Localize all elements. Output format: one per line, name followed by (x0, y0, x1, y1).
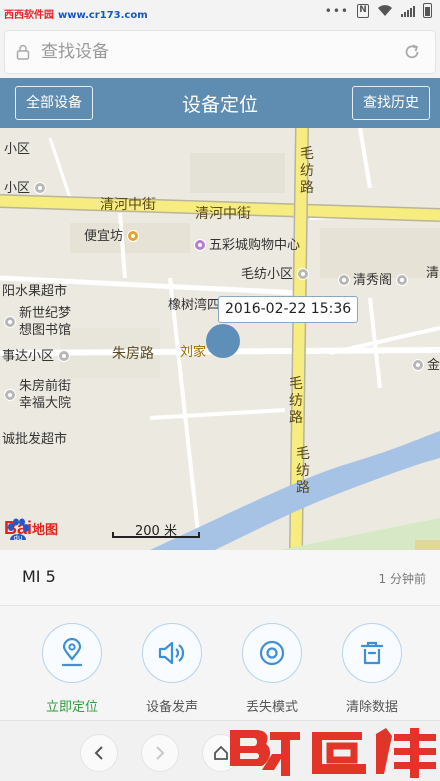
map-label-jin-edge: 金 (412, 354, 440, 373)
map-label-qinghe-2: 清河中街 (195, 206, 251, 222)
search-box (4, 30, 436, 74)
map-view[interactable]: 小区 小区 清河中街 清河中街 便宜坊 五彩城购物中心 毛纺小区 清秀阁 清 阳… (0, 128, 440, 550)
play-sound-circle[interactable] (142, 623, 202, 683)
play-sound-button[interactable]: 设备发声 (122, 623, 222, 715)
restaurant-icon (127, 230, 140, 242)
page-header: 全部设备 设备定位 查找历史 (0, 78, 440, 128)
poi-icon (34, 182, 47, 194)
watermark-cn: 西西软件园 (4, 10, 54, 21)
chevron-left-icon (94, 746, 103, 760)
lost-mode-circle[interactable] (242, 623, 302, 683)
paw-icon: du (8, 518, 29, 542)
poi-icon (396, 274, 409, 286)
map-label-bianyifang: 便宜坊 (84, 225, 142, 244)
map-label-qing-edge: 清 (426, 266, 440, 281)
location-pin-icon (61, 638, 83, 667)
map-label-wucai: 五彩城购物中心 (194, 234, 300, 253)
play-sound-label: 设备发声 (145, 700, 198, 715)
baidu-map-text: 地图 (32, 523, 59, 538)
map-label-text: 小区 (4, 181, 31, 196)
status-bar: 西西软件园 www.cr173.com ••• N (0, 0, 440, 26)
target-icon (259, 640, 285, 666)
map-label-community-top: 小区 (4, 142, 31, 157)
locate-now-button[interactable]: 立即定位 (22, 623, 122, 715)
svg-text:du: du (14, 534, 23, 542)
map-label-text: 清秀阁 (353, 273, 393, 288)
location-time-bubble: 2016-02-22 15:36 (218, 296, 359, 323)
refresh-icon[interactable] (403, 43, 421, 65)
poi-icon (338, 274, 350, 286)
poi-icon (58, 350, 71, 362)
map-label-maofang-road-1: 毛纺路 (300, 146, 314, 196)
map-label-maofang-road-2: 毛纺路 (289, 376, 303, 426)
battery-icon (423, 3, 432, 18)
dots-icon: ••• (324, 3, 349, 18)
map-label-text: 新世纪梦 想图书馆 (19, 306, 72, 338)
lost-mode-button[interactable]: 丢失模式 (222, 623, 322, 715)
status-icons: ••• N (325, 3, 432, 18)
map-label-liujia: 刘家 (180, 345, 207, 360)
locate-now-circle[interactable] (42, 623, 102, 683)
search-history-button[interactable]: 查找历史 (352, 86, 430, 120)
device-last-seen: 1 分钟前 (378, 572, 426, 586)
speaker-icon (158, 641, 185, 665)
poi-icon (297, 268, 310, 280)
map-label-text: 事达小区 (2, 349, 55, 364)
signal-icon (401, 5, 415, 17)
map-label-xiangshuwan: 橡树湾四 (168, 298, 221, 313)
map-label-text: 毛纺小区 (241, 267, 294, 282)
map-label-qinghe-1: 清河中街 (100, 197, 156, 213)
baidu-map-logo: Bai du 地图 (4, 518, 59, 542)
watermark-url: www.cr173.com (58, 10, 148, 21)
map-label-chengpi: 诚批发超市 (2, 432, 68, 447)
map-label-fruit-market: 阳水果超市 (2, 284, 68, 299)
site-watermark-logo (230, 728, 436, 778)
shopping-icon (194, 239, 206, 251)
lost-mode-label: 丢失模式 (245, 700, 298, 715)
watermark: 西西软件园 www.cr173.com (4, 6, 148, 21)
chevron-right-icon (156, 746, 165, 760)
browser-nav-bar (0, 720, 440, 781)
action-bar: 立即定位 设备发声 丢失模式 清除数据 (0, 607, 440, 719)
map-label-xinshiji: 新世纪梦 想图书馆 (4, 305, 71, 339)
map-scale: 200 米 (112, 520, 200, 539)
poi-icon (4, 316, 16, 328)
map-label-community-2: 小区 (4, 177, 49, 196)
poi-icon (4, 389, 16, 401)
map-label-text: 金 (427, 358, 440, 373)
map-label-text: 五彩城购物中心 (209, 238, 301, 253)
map-label-zhufang-qianjie: 朱房前街 幸福大院 (4, 378, 71, 412)
locate-now-label: 立即定位 (45, 700, 98, 715)
lock-icon (5, 44, 41, 60)
trash-icon (360, 641, 384, 665)
device-location-marker[interactable] (206, 324, 240, 358)
map-scale-bar (112, 532, 200, 538)
erase-data-button[interactable]: 清除数据 (322, 623, 422, 715)
map-label-qingxiuge: 清秀阁 (338, 269, 411, 288)
device-row[interactable]: MI 5 1 分钟前 (0, 550, 440, 606)
find-device-screen: 西西软件园 www.cr173.com ••• N 全部设备 设备定位 查找历史 (0, 0, 440, 781)
back-button[interactable] (80, 734, 118, 772)
map-label-zhufang-road: 朱房路 (112, 346, 154, 362)
map-label-text: 便宜坊 (84, 229, 124, 244)
map-label-maofang-xiaoqu: 毛纺小区 (241, 263, 312, 282)
device-name: MI 5 (22, 567, 56, 586)
wifi-icon (378, 5, 392, 16)
map-label-text: 朱房前街 幸福大院 (19, 379, 72, 411)
poi-icon (412, 359, 424, 371)
map-label-maofang-road-3: 毛纺路 (296, 446, 310, 496)
erase-data-label: 清除数据 (345, 700, 398, 715)
erase-data-circle[interactable] (342, 623, 402, 683)
search-bar (0, 26, 440, 78)
map-label-shida: 事达小区 (2, 345, 73, 364)
forward-button[interactable] (141, 734, 179, 772)
search-input[interactable] (41, 42, 381, 62)
nfc-icon: N (357, 3, 369, 18)
